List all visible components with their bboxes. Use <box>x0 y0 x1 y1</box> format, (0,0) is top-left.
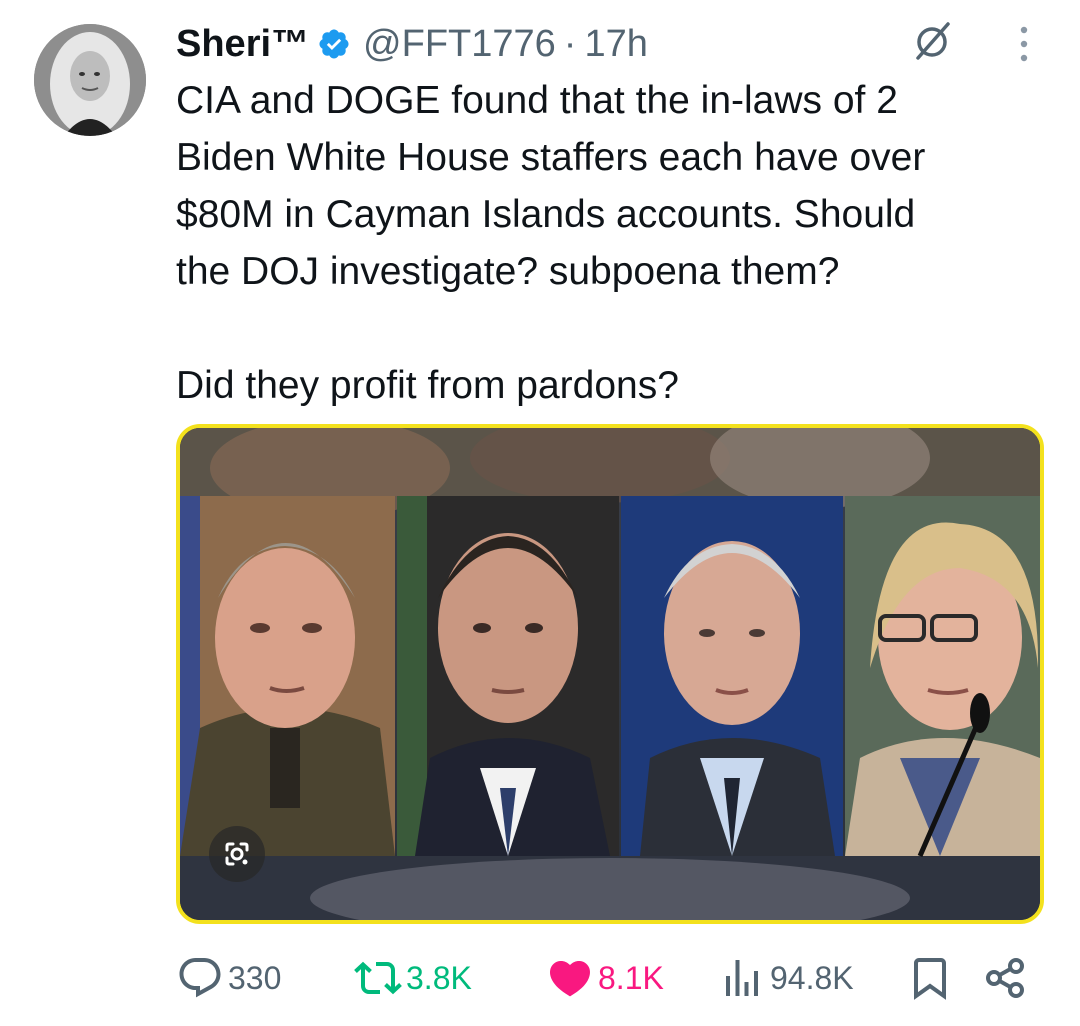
views-bar-chart-icon <box>726 960 758 996</box>
user-handle[interactable]: @FFT1776 <box>363 23 556 66</box>
timestamp[interactable]: 17h <box>584 23 647 66</box>
share-icon <box>986 958 1024 998</box>
tweet-media-image[interactable] <box>176 424 1044 924</box>
tweet-actions-bar: 330 3.8K 8.1K 94.8K <box>0 948 1080 1008</box>
share-button[interactable] <box>982 948 1034 1008</box>
tweet-text: CIA and DOGE found that the in-laws of 2… <box>176 72 1036 414</box>
reply-button[interactable]: 330 <box>176 948 281 1008</box>
like-button[interactable]: 8.1K <box>546 948 664 1008</box>
google-lens-button[interactable] <box>209 826 265 882</box>
tweet-text-line: CIA and DOGE found that the in-laws of 2 <box>176 79 898 122</box>
tweet-text-line: Did they profit from pardons? <box>176 364 679 407</box>
reply-icon <box>179 958 221 998</box>
like-count: 8.1K <box>598 959 664 996</box>
photo-panel-4 <box>845 496 1040 857</box>
retweet-count: 3.8K <box>406 959 472 996</box>
views-button[interactable]: 94.8K <box>718 948 854 1008</box>
bookmark-icon <box>914 958 946 1000</box>
tweet-header: Sheri™ @FFT1776 · 17h <box>176 16 648 72</box>
photo-panel-3 <box>621 496 843 856</box>
google-lens-icon <box>225 842 249 866</box>
separator-dot: · <box>563 22 577 65</box>
bookmark-button[interactable] <box>906 948 958 1008</box>
tweet-text-line: Biden White House staffers each have ove… <box>176 136 926 179</box>
photo-panel-1 <box>180 496 395 856</box>
retweet-icon <box>354 961 402 995</box>
retweet-button[interactable]: 3.8K <box>354 948 472 1008</box>
avatar[interactable] <box>34 24 146 136</box>
reply-count: 330 <box>228 959 282 996</box>
tweet-text-line: the DOJ investigate? subpoena them? <box>176 250 840 293</box>
tweet-text-line: $80M in Cayman Islands accounts. Should <box>176 193 916 236</box>
photo-panel-2 <box>397 496 619 856</box>
display-name[interactable]: Sheri™ <box>176 23 309 66</box>
verified-badge-icon[interactable] <box>317 27 351 61</box>
views-count: 94.8K <box>770 959 854 996</box>
more-vertical-icon[interactable] <box>1012 24 1036 64</box>
heart-icon <box>549 961 591 997</box>
grok-icon[interactable] <box>908 18 956 66</box>
